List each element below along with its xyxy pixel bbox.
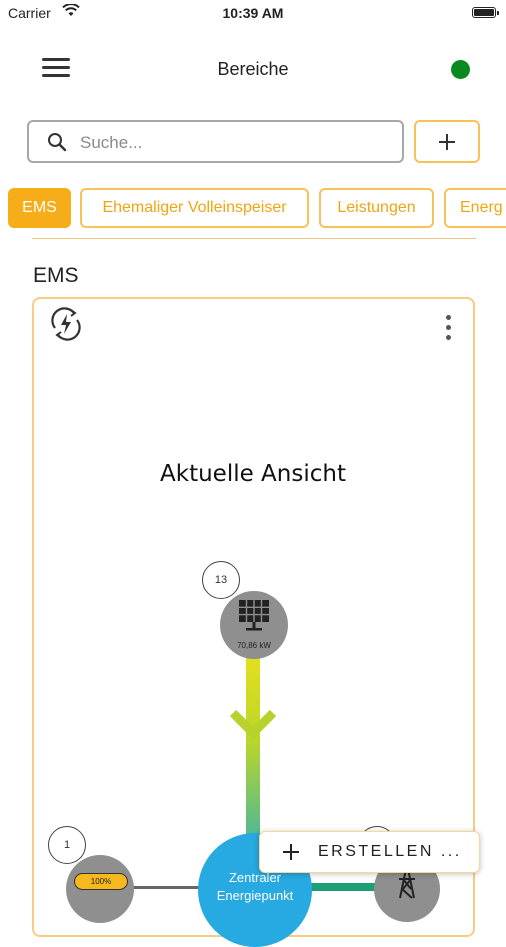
energy-flow-lines <box>128 652 378 891</box>
grid-flow-line <box>306 883 378 891</box>
plus-icon <box>283 844 299 860</box>
central-node-label-line2: Energiepunkt <box>216 888 294 903</box>
solar-power-value: 70,86 kW <box>237 641 271 650</box>
battery-flow-line <box>128 886 202 889</box>
solar-panel-icon <box>239 600 269 631</box>
solar-count-badge: 13 <box>202 561 240 599</box>
battery-count-badge: 1 <box>48 826 86 864</box>
battery-level-badge: 100% <box>74 873 128 890</box>
solar-flow-line <box>246 652 260 852</box>
create-button-label: ERSTELLEN ... <box>318 843 462 860</box>
